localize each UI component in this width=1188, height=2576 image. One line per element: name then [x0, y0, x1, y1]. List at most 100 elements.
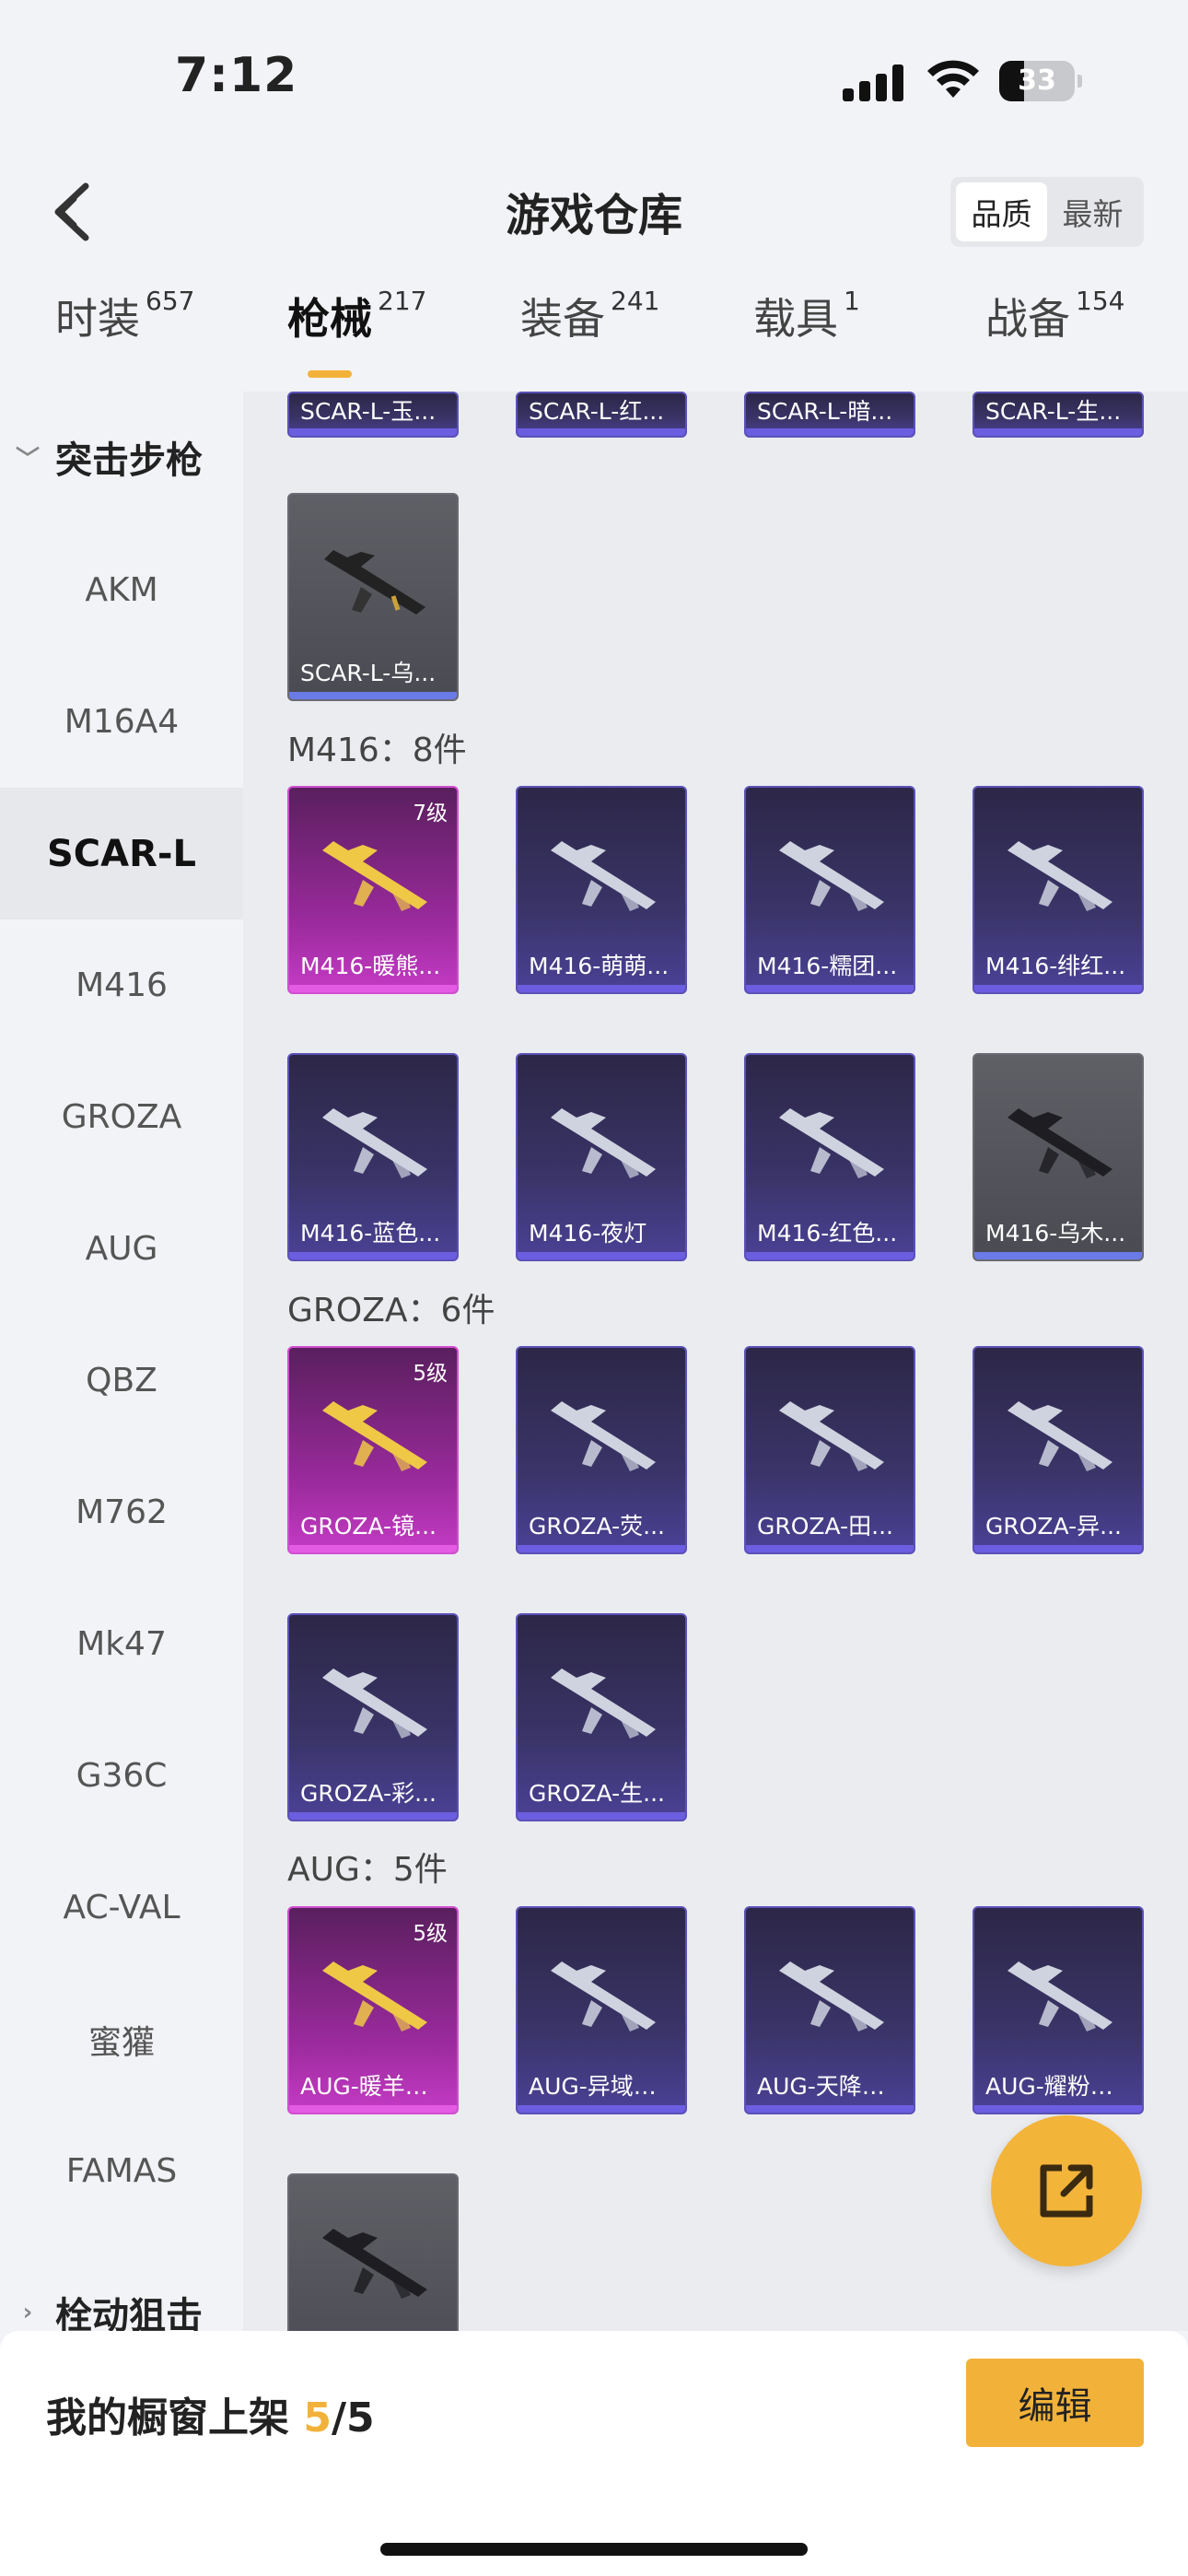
weapon-name: SCAR-L-玉... [300, 398, 437, 425]
weapon-name: GROZA-荧... [529, 1513, 665, 1540]
weapon-name: M416-萌萌... [529, 953, 670, 979]
sidebar-item-m416[interactable]: M416 [0, 919, 243, 1051]
rifle-icon [322, 1961, 427, 2032]
chevron-right-icon: › [22, 2299, 33, 2326]
weapon-name: M416-暖熊... [300, 953, 441, 979]
rifle-icon [551, 1669, 656, 1739]
weapon-name: AUG-异域银装 [529, 2073, 680, 2100]
header: 游戏仓库 品质 最新 [0, 157, 1188, 267]
weapon-card[interactable]: GROZA-生... [516, 1613, 687, 1821]
status-time: 7:12 [175, 48, 298, 103]
weapon-card[interactable]: GROZA-彩... [287, 1613, 459, 1821]
chevron-left-icon [54, 182, 89, 241]
tab-supplies[interactable]: 战备 154 [985, 286, 1124, 387]
tab-vehicles[interactable]: 载具 1 [753, 286, 860, 387]
battery-percent: 33 [1018, 64, 1056, 97]
chevron-down-icon: ﹀ [15, 445, 40, 474]
tab-label: 时装 [55, 294, 140, 344]
tab-guns[interactable]: 枪械 217 [287, 286, 426, 387]
weapon-name: AUG-暖羊咩咩 [300, 2073, 451, 2100]
weapon-name: M416-蓝色... [300, 1220, 441, 1247]
sidebar-item-ac-val[interactable]: AC-VAL [0, 1842, 243, 1973]
weapon-card[interactable]: M416-红色... [744, 1053, 915, 1261]
share-button[interactable] [991, 2115, 1142, 2266]
weapon-card[interactable]: AUG-天降萌叽 [744, 1906, 915, 2114]
cellular-signal-icon [843, 63, 907, 101]
rifle-icon [551, 841, 656, 911]
weapon-sidebar: ﹀ 突击步枪 AKM M16A4 SCAR-L M416 GROZA AUG Q… [0, 392, 243, 2331]
rifle-icon [324, 550, 425, 615]
back-button[interactable] [41, 175, 106, 249]
weapon-card[interactable]: GROZA-荧... [516, 1346, 687, 1554]
rifle-icon [322, 1401, 427, 1471]
tab-label: 载具 [753, 294, 838, 344]
sidebar-group-assault-rifles[interactable]: ﹀ 突击步枪 [0, 416, 243, 498]
weapon-name: SCAR-L-红... [529, 398, 665, 425]
weapon-card[interactable]: M416-乌木... [973, 1053, 1144, 1261]
sidebar-item-famas[interactable]: FAMAS [0, 2105, 243, 2237]
weapon-card[interactable]: 5级 GROZA-镜... [287, 1346, 459, 1554]
rifle-icon [322, 841, 427, 911]
weapon-card[interactable]: 5级 AUG-暖羊咩咩 [287, 1906, 459, 2114]
weapon-card[interactable]: AUG-异域银装 [516, 1906, 687, 2114]
sidebar-item-honey-badger[interactable]: 蜜獾 [0, 1973, 243, 2105]
rifle-icon [551, 1108, 656, 1178]
weapon-name: M416-红色... [757, 1220, 898, 1247]
edit-button[interactable]: 编辑 [966, 2359, 1144, 2447]
rifle-icon [322, 2229, 427, 2299]
weapon-card[interactable]: SCAR-L-乌... [287, 493, 459, 701]
weapon-card[interactable]: SCAR-L-玉... [287, 392, 459, 438]
weapon-card[interactable]: SCAR-L-暗... [744, 392, 915, 438]
weapon-card[interactable]: GROZA-异... [973, 1346, 1144, 1554]
weapon-level: 5级 [413, 1362, 448, 1386]
wifi-icon [927, 60, 979, 98]
weapon-card[interactable]: M416-绯红... [973, 786, 1144, 994]
sidebar-item-aug[interactable]: AUG [0, 1183, 243, 1315]
weapon-name: AUG-天降萌叽 [757, 2073, 908, 2100]
sidebar-item-m762[interactable]: M762 [0, 1446, 243, 1578]
weapon-name: M416-乌木... [985, 1220, 1126, 1247]
weapon-card[interactable]: AUG-耀粉歌者 [973, 1906, 1144, 2114]
sidebar-item-akm[interactable]: AKM [0, 524, 243, 656]
rifle-icon [1007, 1108, 1112, 1178]
sidebar-item-groza[interactable]: GROZA [0, 1051, 243, 1183]
rifle-icon [551, 1401, 656, 1471]
showcase-label-text: 我的橱窗上架 [46, 2395, 304, 2441]
rifle-icon [779, 1401, 884, 1471]
weapon-card[interactable]: M416-夜灯 [516, 1053, 687, 1261]
weapon-card[interactable]: M416-蓝色... [287, 1053, 459, 1261]
weapon-name: GROZA-镜... [300, 1513, 437, 1540]
showcase-current-count: 5 [303, 2395, 332, 2441]
sidebar-item-m16a4[interactable]: M16A4 [0, 656, 243, 788]
rifle-icon [322, 1108, 427, 1178]
sidebar-item-qbz[interactable]: QBZ [0, 1315, 243, 1446]
weapon-card[interactable]: M416-萌萌... [516, 786, 687, 994]
showcase-total-count: /5 [331, 2395, 375, 2441]
tab-equipment[interactable]: 装备 241 [520, 286, 659, 387]
sidebar-item-mk47[interactable]: Mk47 [0, 1578, 243, 1710]
tab-skins[interactable]: 时装 657 [55, 286, 194, 387]
weapon-card[interactable]: M416-糯团... [744, 786, 915, 994]
rifle-icon [779, 1961, 884, 2032]
tab-count: 217 [378, 286, 427, 316]
section-title-m416: M416：8件 [287, 732, 467, 769]
weapon-card[interactable]: SCAR-L-生... [973, 392, 1144, 438]
sort-newest-button[interactable]: 最新 [1047, 182, 1138, 241]
sidebar-group-label: 突击步枪 [55, 439, 203, 482]
sidebar-item-g36c[interactable]: G36C [0, 1710, 243, 1842]
weapon-name: GROZA-生... [529, 1780, 665, 1807]
section-title-groza: GROZA：6件 [287, 1292, 495, 1329]
weapon-card[interactable]: 7级 M416-暖熊... [287, 786, 459, 994]
weapon-card[interactable] [287, 2173, 459, 2331]
tab-count: 657 [146, 286, 195, 316]
weapon-grid: SCAR-L-玉... SCAR-L-红... SCAR-L-暗... SCAR… [243, 392, 1188, 2331]
rifle-icon [1007, 1961, 1112, 2032]
sort-quality-button[interactable]: 品质 [956, 182, 1047, 241]
showcase-label: 我的橱窗上架 5/5 [46, 2384, 375, 2443]
tab-count: 1 [844, 286, 860, 316]
sidebar-group-bolt-sniper[interactable]: › 栓动狙击 [0, 2271, 243, 2331]
weapon-card[interactable]: SCAR-L-红... [516, 392, 687, 438]
weapon-name: SCAR-L-乌... [300, 660, 437, 686]
sidebar-item-scar-l[interactable]: SCAR-L [0, 788, 243, 919]
weapon-card[interactable]: GROZA-田... [744, 1346, 915, 1554]
